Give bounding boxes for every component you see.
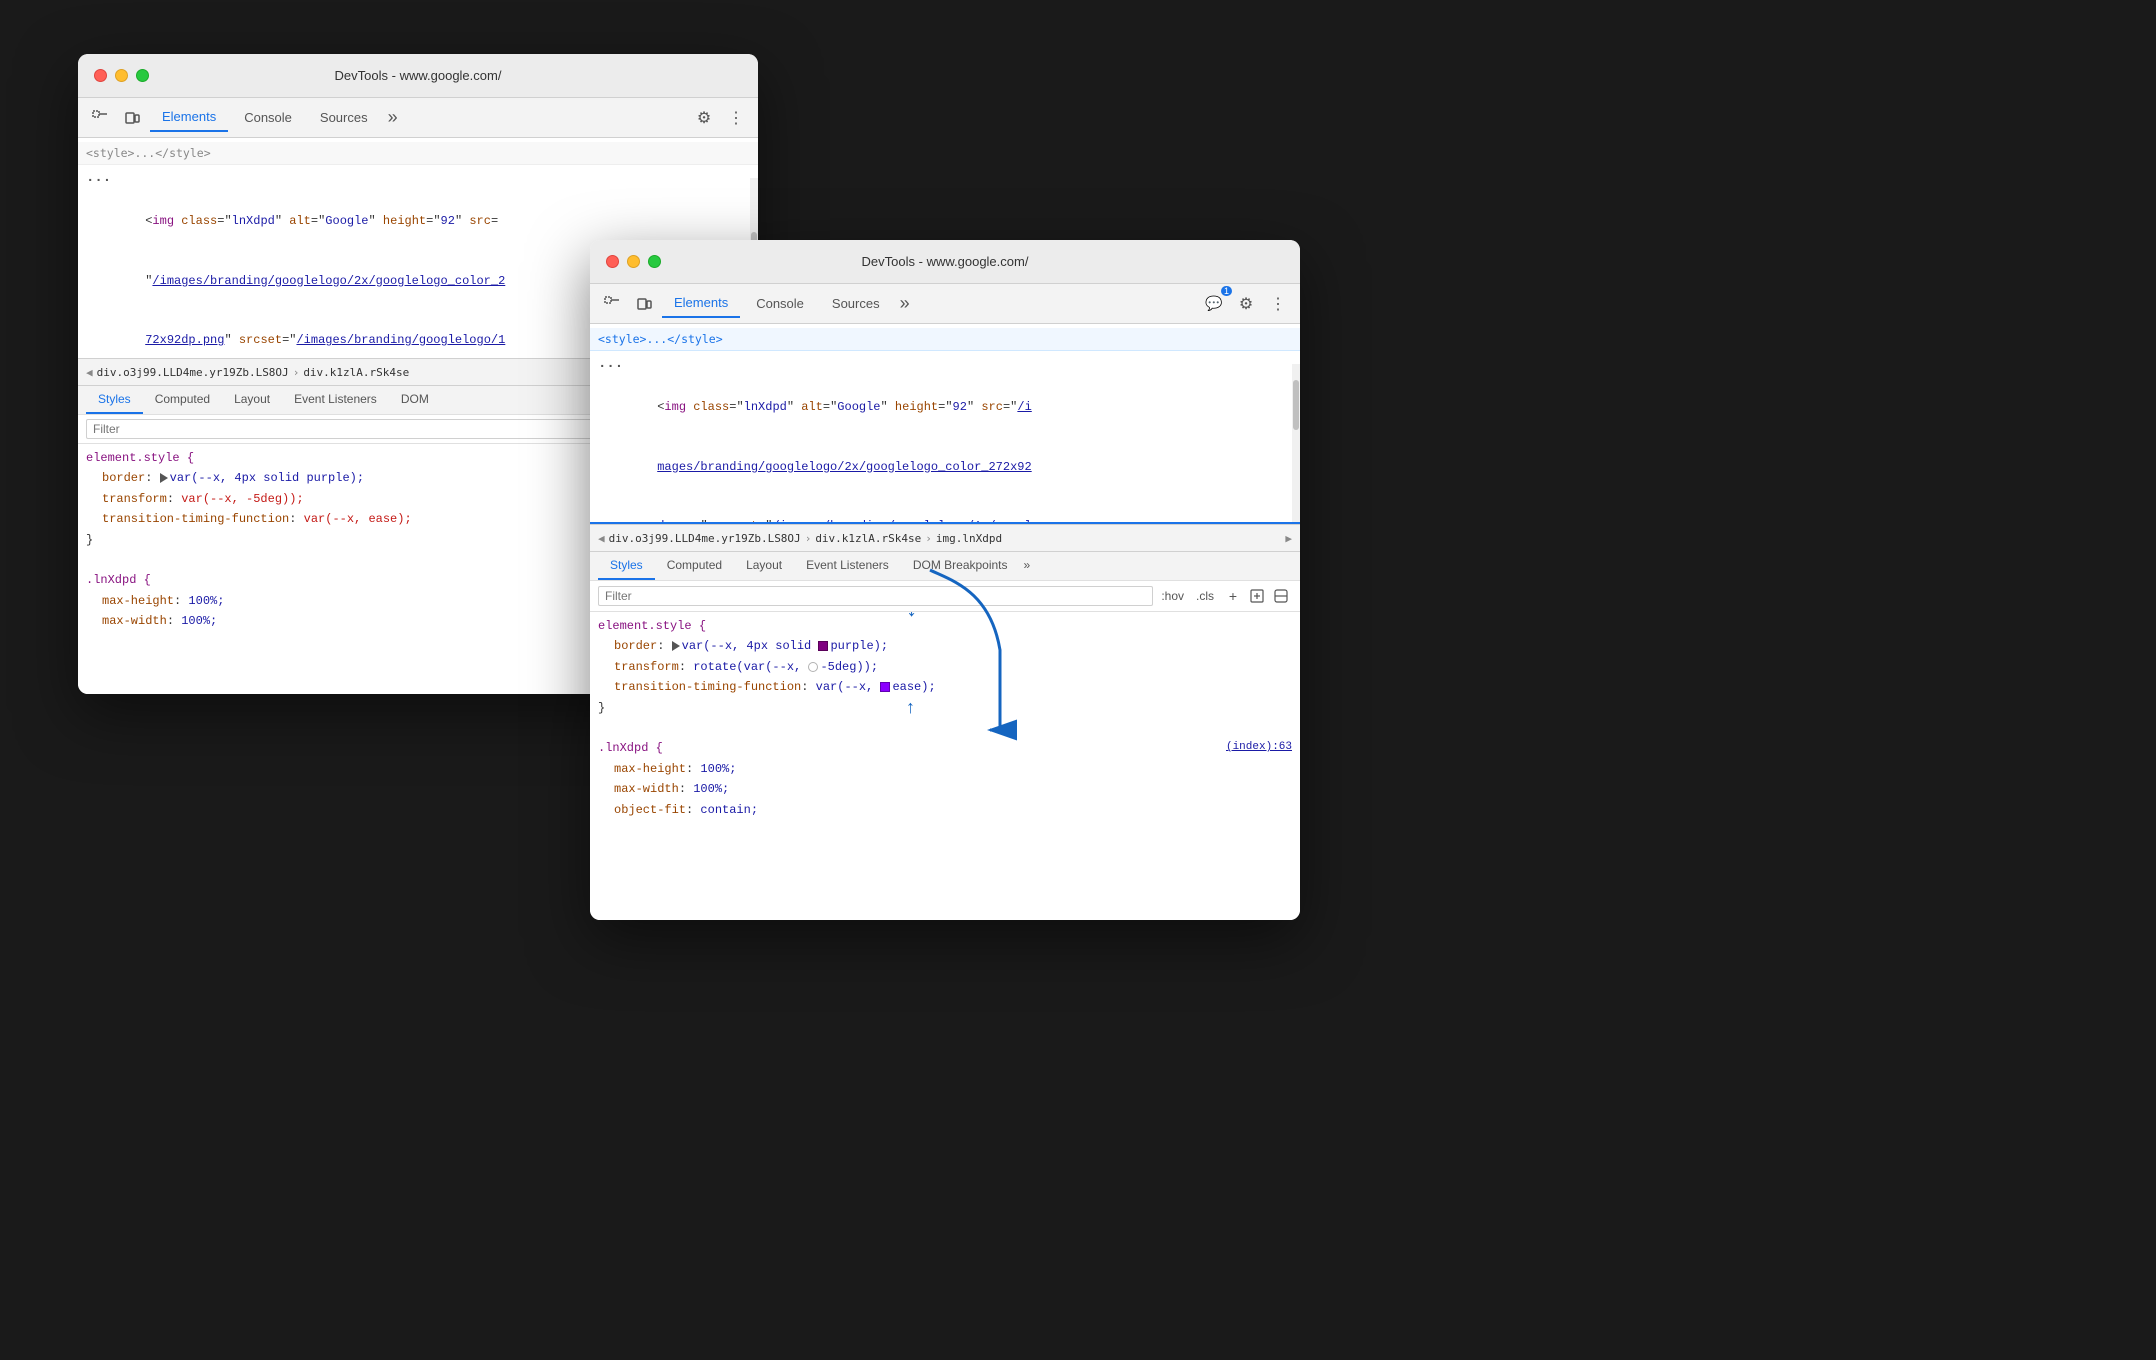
window-title-2: DevTools - www.google.com/ xyxy=(862,254,1029,269)
circle-swatch-transform[interactable] xyxy=(808,662,818,672)
tab-console-1[interactable]: Console xyxy=(232,104,304,132)
traffic-lights-1 xyxy=(94,69,149,82)
html-line-2-3: dp.png" srcset="/images/branding/googlel… xyxy=(590,497,1300,524)
breadcrumb-item-2-1[interactable]: div.o3j99.LLD4me.yr19Zb.LS8OJ xyxy=(609,532,801,545)
css-selector-2-1: element.style { xyxy=(598,619,706,633)
color-swatch-purple[interactable] xyxy=(818,641,828,651)
device-icon[interactable] xyxy=(118,104,146,132)
filter-hov-2[interactable]: :hov xyxy=(1157,587,1188,605)
device-icon-2[interactable] xyxy=(630,290,658,318)
tab-sources-1[interactable]: Sources xyxy=(308,104,380,132)
close-button-1[interactable] xyxy=(94,69,107,82)
more-tabs-icon-2[interactable]: » xyxy=(896,293,914,314)
triangle-icon-2[interactable] xyxy=(672,641,680,651)
breadcrumb-back-icon-2[interactable]: ◀ xyxy=(598,532,605,545)
tab-sources-2[interactable]: Sources xyxy=(820,290,892,318)
css-selector-2: .lnXdpd { xyxy=(86,573,151,587)
styles-more-icon-2[interactable]: » xyxy=(1020,552,1035,580)
toolbar-1: Elements Console Sources » ⚙ ⋮ xyxy=(78,98,758,138)
breadcrumb-item-1[interactable]: div.o3j99.LLD4me.yr19Zb.LS8OJ xyxy=(97,366,289,379)
inspect-icon[interactable] xyxy=(86,104,114,132)
styles-tab-computed-2[interactable]: Computed xyxy=(655,552,734,580)
styles-tab-layout-2[interactable]: Layout xyxy=(734,552,794,580)
css-content-2: element.style { border: var(--x, 4px sol… xyxy=(590,612,1300,920)
styles-tab-styles-2[interactable]: Styles xyxy=(598,552,655,580)
toolbar-2: Elements Console Sources » 💬 1 ⚙ ⋮ xyxy=(590,284,1300,324)
breadcrumb-back-icon[interactable]: ◀ xyxy=(86,366,93,379)
css-rule-element-style-2: element.style { border: var(--x, 4px sol… xyxy=(598,616,1292,718)
settings-icon-1[interactable]: ⚙ xyxy=(690,104,718,132)
maximize-button-1[interactable] xyxy=(136,69,149,82)
breadcrumb-item-2-2[interactable]: div.k1zlA.rSk4se xyxy=(815,532,921,545)
css-selector-1: element.style { xyxy=(86,451,194,465)
arrow-down-border: ↓ xyxy=(905,612,918,629)
css-property-object-fit-2: object-fit: contain; xyxy=(598,800,1292,820)
styles-tab-computed-1[interactable]: Computed xyxy=(143,386,222,414)
minimize-button-2[interactable] xyxy=(627,255,640,268)
devtools-window-2: DevTools - www.google.com/ Elements Cons… xyxy=(590,240,1300,920)
styles-tab-event-listeners-2[interactable]: Event Listeners xyxy=(794,552,901,580)
filter-input-2[interactable] xyxy=(598,586,1153,606)
new-style-rule-icon[interactable] xyxy=(1246,585,1268,607)
toggle-style-icon[interactable] xyxy=(1270,585,1292,607)
inspect-icon-2[interactable] xyxy=(598,290,626,318)
breadcrumb-item-2-3[interactable]: img.lnXdpd xyxy=(936,532,1002,545)
styles-tab-event-listeners-1[interactable]: Event Listeners xyxy=(282,386,389,414)
comment-icon-2[interactable]: 💬 1 xyxy=(1200,290,1228,318)
breadcrumb-bar-2: ◀ div.o3j99.LLD4me.yr19Zb.LS8OJ › div.k1… xyxy=(590,524,1300,552)
comment-badge: 1 xyxy=(1221,286,1232,296)
html-dots-2[interactable]: ... xyxy=(590,351,1300,377)
css-property-max-height-2: max-height: 100%; xyxy=(598,759,1292,779)
arrow-up-transition: ↑ xyxy=(905,694,916,725)
maximize-button-2[interactable] xyxy=(648,255,661,268)
tab-console-2[interactable]: Console xyxy=(744,290,816,318)
tab-elements-1[interactable]: Elements xyxy=(150,104,228,132)
css-property-transition-2: transition-timing-function: var(--x, eas… xyxy=(598,677,1292,697)
breadcrumb-item-2[interactable]: div.k1zlA.rSk4se xyxy=(303,366,409,379)
styles-tab-styles-1[interactable]: Styles xyxy=(86,386,143,414)
html-line-2-2: mages/branding/googlelogo/2x/googlelogo_… xyxy=(590,437,1300,497)
more-tabs-icon-1[interactable]: » xyxy=(384,107,402,128)
css-property-transform-2: transform: rotate(var(--x, -5deg)); xyxy=(598,657,1292,677)
index-ref[interactable]: (index):63 xyxy=(1226,738,1292,757)
settings-icon-2[interactable]: ⚙ xyxy=(1232,290,1260,318)
title-bar-1: DevTools - www.google.com/ xyxy=(78,54,758,98)
styles-tab-layout-1[interactable]: Layout xyxy=(222,386,282,414)
breadcrumb-forward-icon[interactable]: ▶ xyxy=(1285,532,1292,545)
title-bar-2: DevTools - www.google.com/ xyxy=(590,240,1300,284)
styles-panel-2: Styles Computed Layout Event Listeners D… xyxy=(590,552,1300,920)
minimize-button-1[interactable] xyxy=(115,69,128,82)
css-property-max-width-2: max-width: 100%; xyxy=(598,779,1292,799)
html-panel-2: <style>...</style> ... <img class="lnXdp… xyxy=(590,324,1300,524)
filter-cls-2[interactable]: .cls xyxy=(1192,587,1218,605)
styles-tab-dom-breakpoints-2[interactable]: DOM Breakpoints xyxy=(901,552,1020,580)
checkbox-swatch-transition[interactable] xyxy=(880,682,890,692)
traffic-lights-2 xyxy=(606,255,661,268)
filter-icons-2: + xyxy=(1222,585,1292,607)
html-dots-1[interactable]: ... xyxy=(78,165,758,191)
styles-tab-dom-1[interactable]: DOM xyxy=(389,386,441,414)
more-options-icon-2[interactable]: ⋮ xyxy=(1264,290,1292,318)
close-button-2[interactable] xyxy=(606,255,619,268)
css-property-border-2: border: var(--x, 4px solid purple); xyxy=(598,636,1292,656)
add-style-rule-icon[interactable]: + xyxy=(1222,585,1244,607)
tab-elements-2[interactable]: Elements xyxy=(662,290,740,318)
css-selector-2-2: .lnXdpd { xyxy=(598,741,663,755)
css-rule-lnxdpd-2: .lnXdpd { (index):63 max-height: 100%; m… xyxy=(598,738,1292,820)
more-options-icon-1[interactable]: ⋮ xyxy=(722,104,750,132)
html-line-2-1: <img class="lnXdpd" alt="Google" height=… xyxy=(590,378,1300,438)
window-title-1: DevTools - www.google.com/ xyxy=(335,68,502,83)
filter-row-2: :hov .cls + xyxy=(590,581,1300,612)
styles-tabs-2: Styles Computed Layout Event Listeners D… xyxy=(590,552,1300,581)
triangle-icon-1[interactable] xyxy=(160,473,168,483)
